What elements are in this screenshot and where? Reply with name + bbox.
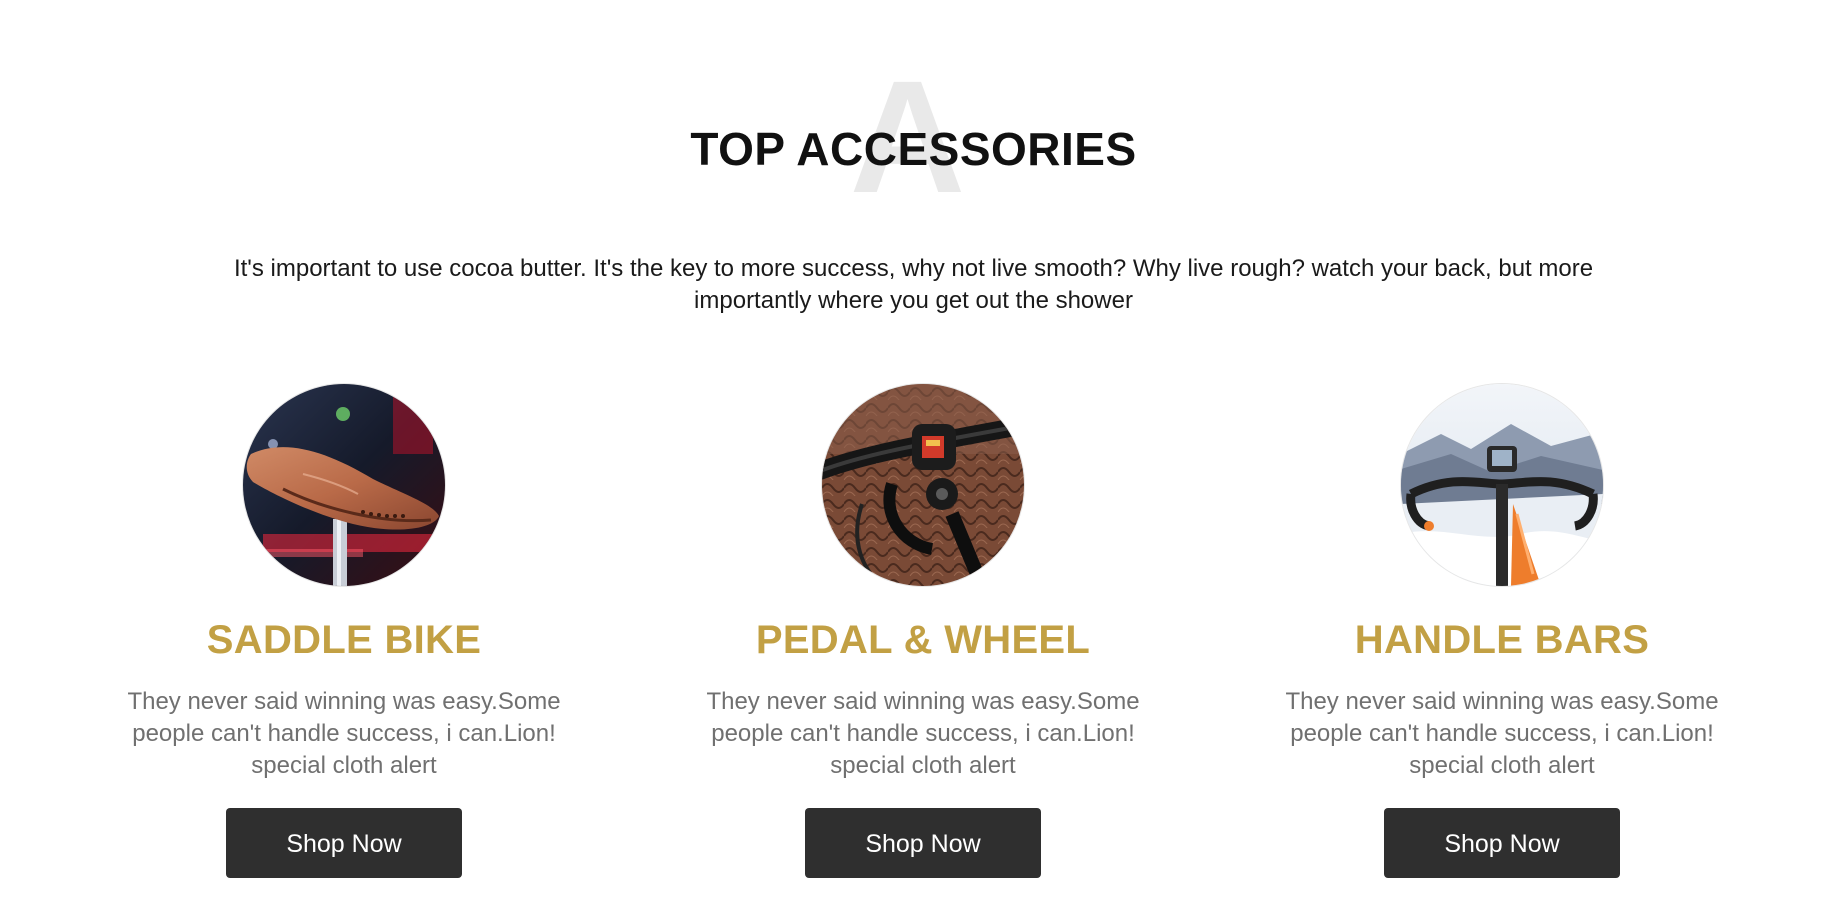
card-title: SADDLE BIKE (206, 618, 482, 662)
top-accessories-section: A TOP ACCESSORIES It's important to use … (0, 0, 1827, 917)
handlebar-grip-photo[interactable] (822, 384, 1024, 586)
section-heading: A TOP ACCESSORIES (0, 57, 1827, 217)
product-cards: SADDLE BIKE They never said winning was … (0, 384, 1827, 904)
card-title: HANDLE BARS (1354, 618, 1650, 662)
card-title: PEDAL & WHEEL (755, 618, 1091, 662)
saddle-photo[interactable] (243, 384, 445, 586)
product-card-saddle-bike: SADDLE BIKE They never said winning was … (114, 384, 574, 878)
shop-now-button[interactable]: Shop Now (226, 808, 462, 878)
product-card-pedal-wheel: PEDAL & WHEEL They never said winning wa… (693, 384, 1153, 878)
section-title: TOP ACCESSORIES (690, 123, 1137, 175)
section-intro: It's important to use cocoa butter. It's… (233, 255, 1594, 314)
product-card-handle-bars: HANDLE BARS They never said winning was … (1272, 384, 1732, 878)
card-description: They never said winning was easy.Some pe… (706, 688, 1140, 779)
card-description: They never said winning was easy.Some pe… (1285, 688, 1719, 779)
snowy-handlebars-photo[interactable] (1401, 384, 1603, 586)
shop-now-button[interactable]: Shop Now (805, 808, 1041, 878)
shop-now-button[interactable]: Shop Now (1384, 808, 1620, 878)
card-description: They never said winning was easy.Some pe… (127, 688, 561, 779)
